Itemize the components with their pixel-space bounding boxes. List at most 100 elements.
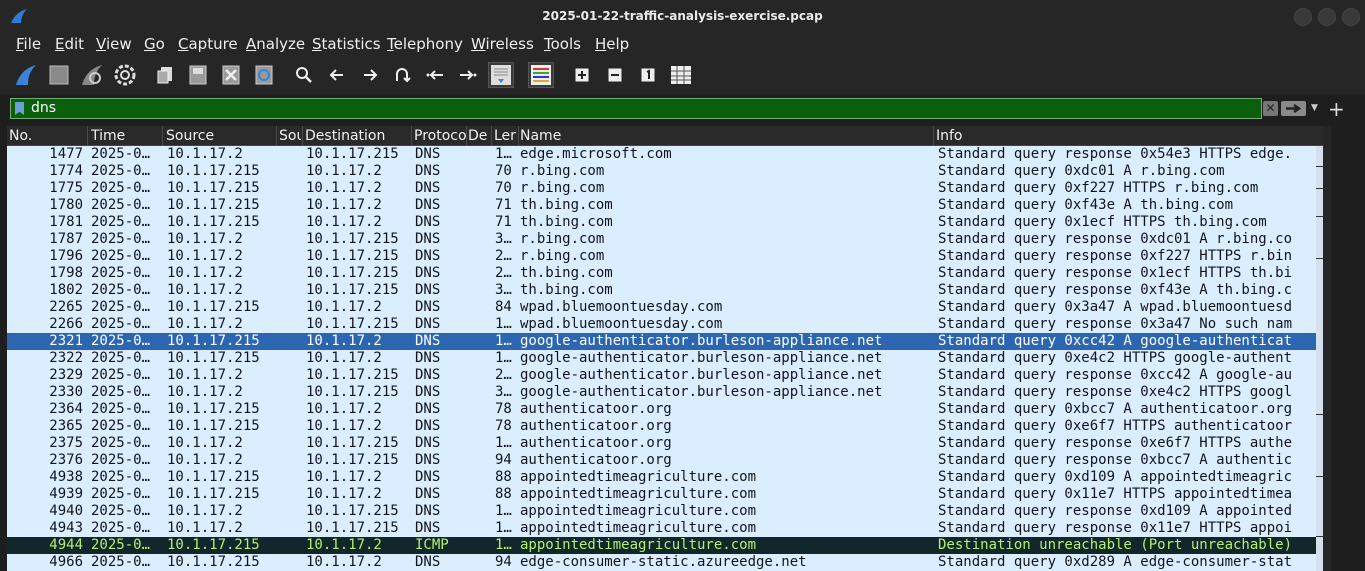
title-bar: 2025-01-22-traffic-analysis-exercise.pca… [0,0,1365,33]
zoom-out-icon[interactable] [602,62,628,88]
stop-capture-icon[interactable] [46,62,72,88]
table-row[interactable]: 2365 2025-0… 10.1.17.215 10.1.17.2 DNS 78 auth… [7,418,1323,435]
column-header-destination-port[interactable]: De [468,128,490,144]
packet-time: 2025-0… [91,299,151,315]
packet-number: 1798 [49,265,83,281]
table-row[interactable]: 2376 2025-0… 10.1.17.2 10.1.17.215 DNS 94 auth… [7,452,1323,469]
table-row[interactable]: 4944 2025-0… 10.1.17.215 10.1.17.2 ICMP 1… app… [7,537,1323,554]
table-row[interactable]: 1802 2025-0… 10.1.17.2 10.1.17.215 DNS 3… th.b… [7,282,1323,299]
column-header-name[interactable]: Name [520,128,920,144]
minimize-button[interactable] [1294,8,1312,26]
table-row[interactable]: 1775 2025-0… 10.1.17.215 10.1.17.2 DNS 70 r.bi… [7,180,1323,197]
table-row[interactable]: 1477 2025-0… 10.1.17.2 10.1.17.215 DNS 1… edge… [7,146,1323,163]
packet-info: Standard query 0xcc42 A google-authentic… [938,333,1293,349]
table-row[interactable]: 4939 2025-0… 10.1.17.215 10.1.17.2 DNS 88 appo… [7,486,1323,503]
open-file-icon[interactable] [152,62,178,88]
menu-go[interactable]: Go [144,35,165,53]
packet-protocol: DNS [415,367,441,383]
menu-help[interactable]: Help [595,35,629,53]
table-row[interactable]: 1780 2025-0… 10.1.17.215 10.1.17.2 DNS 71 th.b… [7,197,1323,214]
menu-tools[interactable]: Tools [544,35,581,53]
column-header-source-port[interactable]: Sou [279,128,301,144]
column-header-no[interactable]: No. [9,128,83,144]
table-row[interactable]: 2265 2025-0… 10.1.17.215 10.1.17.2 DNS 84 wpad… [7,299,1323,316]
filter-history-chevron-down-icon[interactable]: ▼ [1311,103,1318,113]
column-header-protocol[interactable]: Protoco [414,128,466,144]
packet-protocol: DNS [415,163,441,179]
menu-edit[interactable]: Edit [55,35,84,53]
packet-number: 2321 [49,333,83,349]
packet-destination: 10.1.17.2 [306,554,382,570]
packet-destination: 10.1.17.2 [306,163,382,179]
packet-destination: 10.1.17.215 [306,265,399,281]
find-packet-icon[interactable] [291,62,317,88]
colorize-icon[interactable] [528,62,554,88]
clear-filter-icon[interactable]: ✕ [1263,101,1278,116]
packet-info: Standard query response 0xbcc7 A authent… [938,452,1293,468]
menu-analyze[interactable]: Analyze [246,35,305,53]
capture-options-icon[interactable] [112,62,138,88]
packet-source: 10.1.17.2 [167,384,243,400]
menu-statistics[interactable]: Statistics [312,35,381,53]
table-row[interactable]: 4966 2025-0… 10.1.17.215 10.1.17.2 DNS 94 edge… [7,554,1323,571]
table-row-selected[interactable]: 2321 2025-0… 10.1.17.215 10.1.17.2 DNS 1… goog… [7,333,1323,350]
display-filter-input[interactable]: dns [10,98,1262,119]
packet-number: 1796 [49,248,83,264]
packet-destination: 10.1.17.215 [306,146,399,162]
close-file-icon[interactable] [218,62,244,88]
packet-list[interactable]: No. Time Source Sou Destination Protoco … [7,126,1323,571]
zoom-in-icon[interactable] [569,62,595,88]
packet-list-scrollbar[interactable] [1323,126,1331,571]
start-capture-icon[interactable] [13,62,39,88]
table-row[interactable]: 1774 2025-0… 10.1.17.215 10.1.17.2 DNS 70 r.bi… [7,163,1323,180]
table-row[interactable]: 2375 2025-0… 10.1.17.2 10.1.17.215 DNS 1… auth… [7,435,1323,452]
reload-file-icon[interactable] [251,62,277,88]
column-header-info[interactable]: Info [936,128,1316,144]
save-file-icon[interactable] [185,62,211,88]
table-row[interactable]: 1787 2025-0… 10.1.17.2 10.1.17.215 DNS 3… r.bi… [7,231,1323,248]
packet-query-name: th.bing.com [520,214,613,230]
column-header-time[interactable]: Time [91,128,161,144]
go-to-packet-icon[interactable] [389,62,415,88]
column-header-destination[interactable]: Destination [305,128,411,144]
apply-filter-icon[interactable] [1281,101,1306,116]
go-forward-icon[interactable] [357,62,383,88]
restart-capture-icon[interactable] [79,62,105,88]
normal-size-icon[interactable] [635,62,661,88]
menu-file[interactable]: File [16,35,41,53]
go-back-icon[interactable] [324,62,350,88]
table-row[interactable]: 2266 2025-0… 10.1.17.2 10.1.17.215 DNS 1… wpad… [7,316,1323,333]
packet-length: 1… [495,503,512,519]
packet-info: Standard query 0xdc01 A r.bing.com [938,163,1225,179]
table-row[interactable]: 1796 2025-0… 10.1.17.2 10.1.17.215 DNS 2… r.bi… [7,248,1323,265]
add-filter-button-plus-icon[interactable]: + [1328,97,1345,121]
column-header-length[interactable]: Ler [494,128,518,144]
last-packet-icon[interactable] [455,62,481,88]
table-row[interactable]: 4940 2025-0… 10.1.17.2 10.1.17.215 DNS 1… appo… [7,503,1323,520]
table-row[interactable]: 2322 2025-0… 10.1.17.215 10.1.17.2 DNS 1… goog… [7,350,1323,367]
autoscroll-icon[interactable] [488,62,514,88]
menu-view[interactable]: View [96,35,132,53]
packet-info: Standard query 0xe6f7 HTTPS authenticato… [938,418,1293,434]
packet-length: 1… [495,316,512,332]
resize-columns-icon[interactable] [668,62,694,88]
menu-capture[interactable]: Capture [178,35,238,53]
packet-minimap[interactable] [1316,146,1323,571]
column-header-source[interactable]: Source [166,128,274,144]
table-row[interactable]: 4938 2025-0… 10.1.17.215 10.1.17.2 DNS 88 appo… [7,469,1323,486]
first-packet-icon[interactable] [422,62,448,88]
menu-wireless[interactable]: Wireless [471,35,534,53]
packet-destination: 10.1.17.215 [306,248,399,264]
packet-info: Standard query response 0xd109 A appoint… [938,503,1293,519]
table-row[interactable]: 2329 2025-0… 10.1.17.2 10.1.17.215 DNS 2… goog… [7,367,1323,384]
table-row[interactable]: 2330 2025-0… 10.1.17.2 10.1.17.215 DNS 3… goog… [7,384,1323,401]
menu-telephony[interactable]: Telephony [387,35,463,53]
table-row[interactable]: 1781 2025-0… 10.1.17.215 10.1.17.2 DNS 71 th.b… [7,214,1323,231]
bookmark-icon[interactable] [15,102,24,115]
table-row[interactable]: 2364 2025-0… 10.1.17.215 10.1.17.2 DNS 78 auth… [7,401,1323,418]
maximize-button[interactable] [1318,8,1336,26]
close-window-button[interactable] [1342,8,1360,26]
packet-query-name: authenticatoor.org [520,418,672,434]
table-row[interactable]: 1798 2025-0… 10.1.17.2 10.1.17.215 DNS 2… th.b… [7,265,1323,282]
table-row[interactable]: 4943 2025-0… 10.1.17.2 10.1.17.215 DNS 1… appo… [7,520,1323,537]
